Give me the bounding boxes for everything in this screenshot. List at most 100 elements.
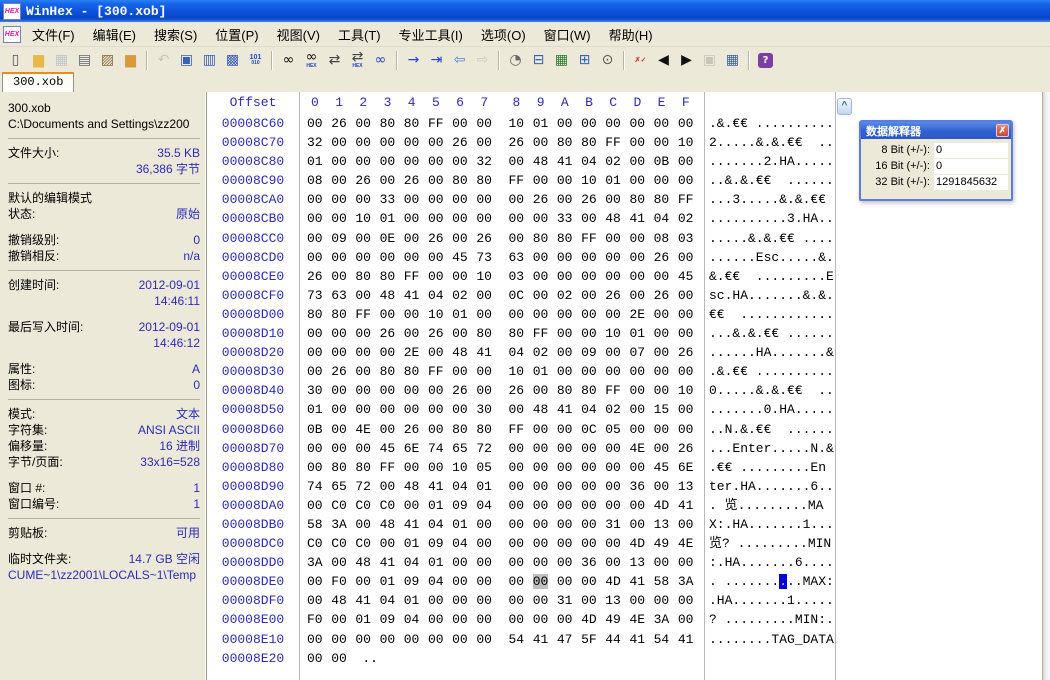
hex-byte[interactable]: F0 [307,610,331,629]
hex-byte[interactable]: 04 [509,343,533,362]
hex-byte[interactable]: 08 [654,229,678,248]
tab-300xob[interactable]: 300.xob [2,72,74,93]
ansi-text[interactable]: 2.....&.&.€€ .. [709,133,834,152]
hex-byte[interactable]: 13 [629,553,653,572]
ansi-text[interactable]: .......0.HA..... [709,400,834,419]
hex-byte[interactable]: 01 [307,400,331,419]
hex-byte[interactable]: 00 [629,381,653,400]
hex-byte[interactable]: 26 [654,286,678,305]
forward-button[interactable]: ⇨ [471,49,494,71]
hex-byte[interactable]: 00 [605,190,629,209]
help-book-button[interactable]: ? [754,49,777,71]
hex-byte[interactable]: 00 [581,286,605,305]
hex-byte[interactable]: 00 [605,267,629,286]
hex-byte[interactable]: 00 [557,477,581,496]
hex-byte[interactable]: 26 [404,420,428,439]
hex-byte[interactable]: 00 [678,152,702,171]
next-window-button[interactable]: ▶ [675,49,698,71]
hex-byte[interactable]: 02 [605,152,629,171]
hex-byte[interactable]: 00 [331,171,355,190]
hex-byte[interactable]: 00 [605,534,629,553]
hex-byte[interactable]: 00 [452,229,476,248]
prev-window-button[interactable]: ◀ [652,49,675,71]
hex-byte[interactable]: 00 [331,630,355,649]
hex-byte[interactable]: 00 [605,305,629,324]
hex-byte[interactable]: 00 [355,362,379,381]
hex-byte[interactable]: 00 [629,248,653,267]
hex-byte[interactable]: 00 [331,439,355,458]
hex-byte[interactable]: 26 [605,286,629,305]
hex-byte[interactable]: 00 [428,209,452,228]
hex-byte[interactable]: 04 [404,553,428,572]
hex-byte[interactable]: 00 [307,572,331,591]
hex-byte[interactable]: 00 [307,630,331,649]
hex-byte[interactable]: 13 [654,515,678,534]
paste-write-button[interactable]: ▩ [221,49,244,71]
hex-byte[interactable]: 00 [428,420,452,439]
hex-byte[interactable]: FF [509,420,533,439]
hex-byte[interactable]: 00 [678,553,702,572]
ansi-text[interactable]: X:.HA.......1... [709,515,834,534]
hex-byte[interactable]: 3A [654,610,678,629]
hex-byte[interactable]: 00 [678,324,702,343]
hex-byte[interactable]: 00 [380,477,404,496]
ansi-text[interactable]: .......2.HA..... [709,152,834,171]
ansi-text[interactable]: €€ ............ [709,305,834,324]
hex-byte[interactable]: 26 [452,381,476,400]
hex-byte[interactable]: 26 [428,324,452,343]
hex-byte[interactable]: 3A [678,572,702,591]
hex-byte[interactable]: 00 [557,305,581,324]
hex-byte[interactable]: 00 [678,362,702,381]
ansi-text[interactable]: .....&.&.€€ .... [709,229,834,248]
hex-byte[interactable]: 00 [509,572,533,591]
hex-byte[interactable]: 04 [452,534,476,553]
undo-button[interactable]: ↶ [152,49,175,71]
hex-byte[interactable]: 00 [452,190,476,209]
hex-byte[interactable]: 4D [654,496,678,515]
hex-byte[interactable]: 26 [509,381,533,400]
hex-byte[interactable]: 00 [533,591,557,610]
hex-byte[interactable]: 00 [629,420,653,439]
hex-byte[interactable]: 00 [428,133,452,152]
open-drive-button[interactable]: ⊟ [527,49,550,71]
hex-byte[interactable]: 00 [509,496,533,515]
hex-byte[interactable]: 00 [476,534,500,553]
hex-byte[interactable]: 80 [380,114,404,133]
hex-byte[interactable]: 04 [581,152,605,171]
hex-byte[interactable]: 00 [307,439,331,458]
hex-byte[interactable]: 00 [533,439,557,458]
replace-text-button[interactable]: ⇄ [323,49,346,71]
hex-byte[interactable]: 09 [331,229,355,248]
hex-byte[interactable]: 00 [581,362,605,381]
hex-byte[interactable]: 04 [581,400,605,419]
hex-byte[interactable]: 30 [307,381,331,400]
hex-byte[interactable]: 26 [654,248,678,267]
hex-byte[interactable]: 00 [307,248,331,267]
hex-byte[interactable]: 00 [605,343,629,362]
hex-byte[interactable]: 41 [428,477,452,496]
hex-byte[interactable]: 00 [404,458,428,477]
menu-item-view[interactable]: 视图(V) [268,22,329,47]
paste-button[interactable]: ▥ [198,49,221,71]
hex-byte[interactable]: 00 [605,477,629,496]
hex-byte[interactable]: 44 [605,630,629,649]
hex-byte[interactable]: 01 [428,553,452,572]
hex-byte[interactable]: 00 [355,630,379,649]
hex-byte[interactable]: 00 [307,458,331,477]
hex-byte[interactable]: 80 [476,324,500,343]
hex-byte[interactable]: 30 [476,400,500,419]
hex-byte[interactable]: 54 [654,630,678,649]
hex-byte[interactable]: 80 [581,133,605,152]
hex-byte[interactable]: 00 [654,591,678,610]
hex-byte[interactable]: 26 [380,324,404,343]
hex-byte[interactable]: 00 [428,190,452,209]
hex-byte[interactable]: 00 [380,152,404,171]
hex-byte[interactable]: 48 [380,286,404,305]
hex-byte[interactable]: 00 [678,420,702,439]
hex-byte[interactable]: 10 [605,324,629,343]
hex-byte[interactable]: 00 [654,477,678,496]
hex-byte[interactable]: 00 [428,171,452,190]
data-interpreter-titlebar[interactable]: 数据解释器 ✗ [861,122,1011,139]
hex-byte[interactable]: 13 [605,591,629,610]
hex-byte[interactable]: 0C [581,420,605,439]
